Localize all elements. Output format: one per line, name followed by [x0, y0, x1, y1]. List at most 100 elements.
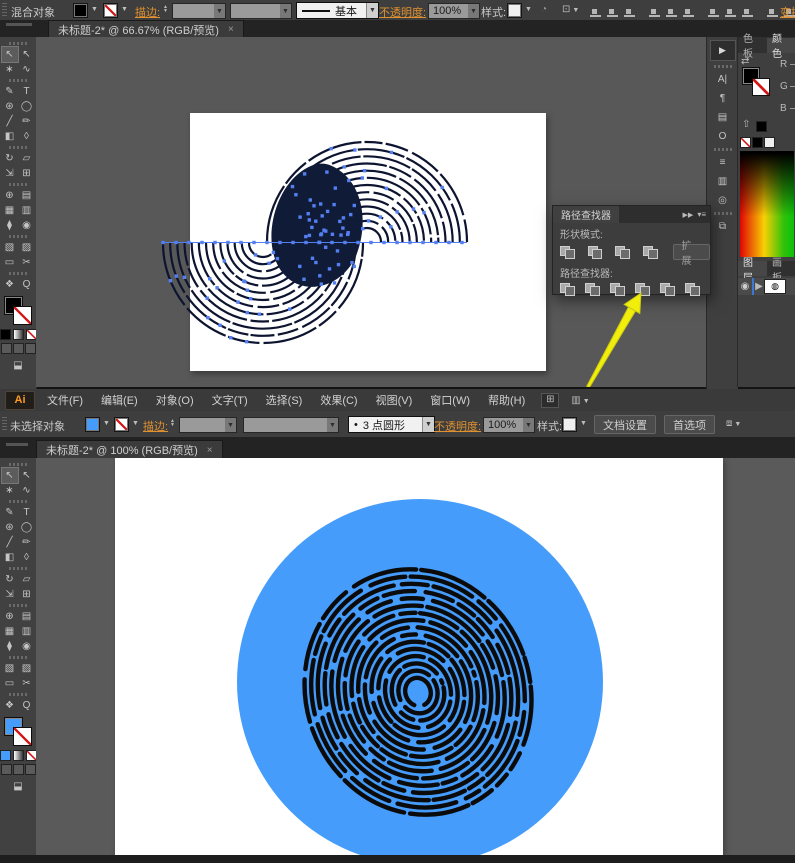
tool-10-1[interactable]: ◉ [19, 639, 35, 654]
shape-mode-intersect-button[interactable] [615, 246, 630, 259]
dock-panel-icon-6[interactable]: ◎ [712, 192, 734, 209]
opacity-select[interactable]: 100%▼ [428, 3, 480, 19]
stroke-weight-link[interactable]: 描边: [135, 4, 160, 20]
document-setup-button[interactable]: 文档设置 [594, 415, 656, 434]
dock-panel-icon-1[interactable]: ¶ [712, 90, 734, 107]
tool-10-1[interactable]: ◉ [19, 218, 35, 233]
tool-9-0[interactable]: ▦ [2, 203, 18, 218]
align-button-2[interactable] [624, 5, 635, 17]
draw-mode-button-0[interactable] [1, 764, 12, 775]
menu-item-1[interactable]: 编辑(E) [99, 392, 140, 408]
tab-close-icon[interactable]: × [207, 445, 213, 456]
fill-color-swatch[interactable] [73, 3, 88, 18]
none-button[interactable] [26, 750, 37, 761]
fill-stroke-indicator[interactable] [4, 717, 32, 747]
tool-2-0[interactable]: ✎ [2, 505, 18, 520]
color-button[interactable] [0, 750, 11, 761]
tool-0-0[interactable]: ↖ [2, 47, 18, 62]
bridge-icon[interactable]: ⊞ [541, 393, 559, 408]
menu-item-8[interactable]: 帮助(H) [486, 392, 527, 408]
stroke-weight-stepper[interactable]: ▲▼ [170, 419, 175, 427]
tool-9-1[interactable]: ▥ [19, 203, 35, 218]
tool-7-0[interactable]: ⇲ [2, 166, 18, 181]
fill-color-swatch[interactable] [85, 417, 100, 432]
expand-panels-button[interactable]: ▶ [710, 40, 736, 61]
document-setup-icon[interactable]: ⊡▼ [562, 4, 581, 15]
gradient-button[interactable] [13, 329, 24, 340]
menu-item-4[interactable]: 选择(S) [264, 392, 305, 408]
align-button-1[interactable] [607, 5, 618, 17]
tool-1-1[interactable]: ∿ [19, 483, 35, 498]
tab-swatches[interactable]: 色板 [738, 38, 767, 53]
color-panel-stroke-swatch[interactable] [752, 78, 770, 96]
tool-2-1[interactable]: T [19, 84, 35, 99]
tool-12-1[interactable]: ✂ [19, 676, 35, 691]
tool-4-1[interactable]: ✏ [19, 535, 35, 550]
panel-menu-icon[interactable]: ▾≡ [697, 210, 706, 219]
black-chip[interactable] [752, 137, 763, 148]
tool-4-1[interactable]: ✏ [19, 114, 35, 129]
align-button-9[interactable] [767, 5, 778, 17]
draw-mode-button-1[interactable] [13, 764, 24, 775]
swap-fill-stroke-icon[interactable]: ⇄ [741, 56, 749, 67]
panel-grip[interactable] [2, 417, 7, 431]
tool-3-0[interactable]: ⊛ [2, 99, 18, 114]
transform-link[interactable]: 变换 [780, 4, 795, 20]
tool-10-0[interactable]: ⧫ [2, 218, 18, 233]
tool-9-0[interactable]: ▦ [2, 624, 18, 639]
menu-item-3[interactable]: 文字(T) [210, 392, 250, 408]
align-button-3[interactable] [649, 5, 660, 17]
tool-0-0[interactable]: ↖ [2, 468, 18, 483]
tool-5-1[interactable]: ◊ [19, 550, 35, 565]
tool-8-1[interactable]: ▤ [19, 609, 35, 624]
pathfinder-crop-button[interactable] [635, 283, 650, 296]
style-swatch[interactable] [507, 3, 522, 18]
stroke-weight-select[interactable]: ▼ [172, 3, 226, 19]
pathfinder-divide-button[interactable] [560, 283, 575, 296]
tool-7-1[interactable]: ⊞ [19, 166, 35, 181]
width-profile-select[interactable]: ▼ [230, 3, 292, 19]
document-tab[interactable]: 未标题-2* @ 100% (RGB/预览) × [36, 440, 223, 459]
pathfinder-outline-button[interactable] [660, 283, 675, 296]
width-profile-select[interactable]: ▼ [243, 417, 339, 433]
tool-6-1[interactable]: ▱ [19, 151, 35, 166]
tool-12-0[interactable]: ▭ [2, 676, 18, 691]
tool-10-0[interactable]: ⧫ [2, 639, 18, 654]
tool-8-0[interactable]: ⊕ [2, 188, 18, 203]
color-button[interactable] [0, 329, 11, 340]
tool-11-0[interactable]: ▧ [2, 240, 18, 255]
tool-5-0[interactable]: ◧ [2, 550, 18, 565]
layer-expand-icon[interactable]: ▶ [754, 281, 764, 292]
opacity-link[interactable]: 不透明度: [434, 418, 481, 434]
fill-dropdown-icon[interactable]: ▼ [89, 6, 100, 13]
tool-0-1[interactable]: ↖ [19, 468, 35, 483]
tool-13-1[interactable]: Q [19, 698, 35, 713]
pathfinder-merge-button[interactable] [610, 283, 625, 296]
tool-4-0[interactable]: ╱ [2, 114, 18, 129]
tool-8-1[interactable]: ▤ [19, 188, 35, 203]
tool-1-1[interactable]: ∿ [19, 62, 35, 77]
none-chip[interactable] [740, 137, 751, 148]
tool-1-0[interactable]: ∗ [2, 483, 18, 498]
fill-stroke-indicator[interactable] [4, 296, 32, 326]
screen-mode-button[interactable]: ⬓ [10, 779, 26, 794]
tool-11-0[interactable]: ▧ [2, 661, 18, 676]
arrange-documents-icon[interactable]: ▥▼ [571, 395, 591, 406]
panel-grip[interactable] [2, 3, 7, 17]
tool-1-0[interactable]: ∗ [2, 62, 18, 77]
gradient-button[interactable] [13, 750, 24, 761]
toolbox-stroke-swatch[interactable] [13, 306, 32, 325]
tool-3-1[interactable]: ◯ [19, 99, 35, 114]
tool-6-0[interactable]: ↻ [2, 151, 18, 166]
brush-definition-select[interactable]: • 3 点圆形 ▼ [348, 416, 435, 433]
layer-visibility-icon[interactable]: ◉ [738, 281, 752, 292]
align-button-7[interactable] [725, 5, 736, 17]
tool-12-0[interactable]: ▭ [2, 255, 18, 270]
toolbox-stroke-swatch[interactable] [13, 727, 32, 746]
tool-7-1[interactable]: ⊞ [19, 587, 35, 602]
draw-mode-button-2[interactable] [25, 343, 36, 354]
pathfinder-panel-tab[interactable]: 路径查找器 [553, 206, 619, 223]
panel-collapse-icon[interactable]: ▶▶ [683, 211, 694, 219]
fill-dropdown-icon[interactable]: ▼ [101, 420, 112, 427]
layer-thumbnail[interactable]: ◍ [764, 279, 786, 294]
